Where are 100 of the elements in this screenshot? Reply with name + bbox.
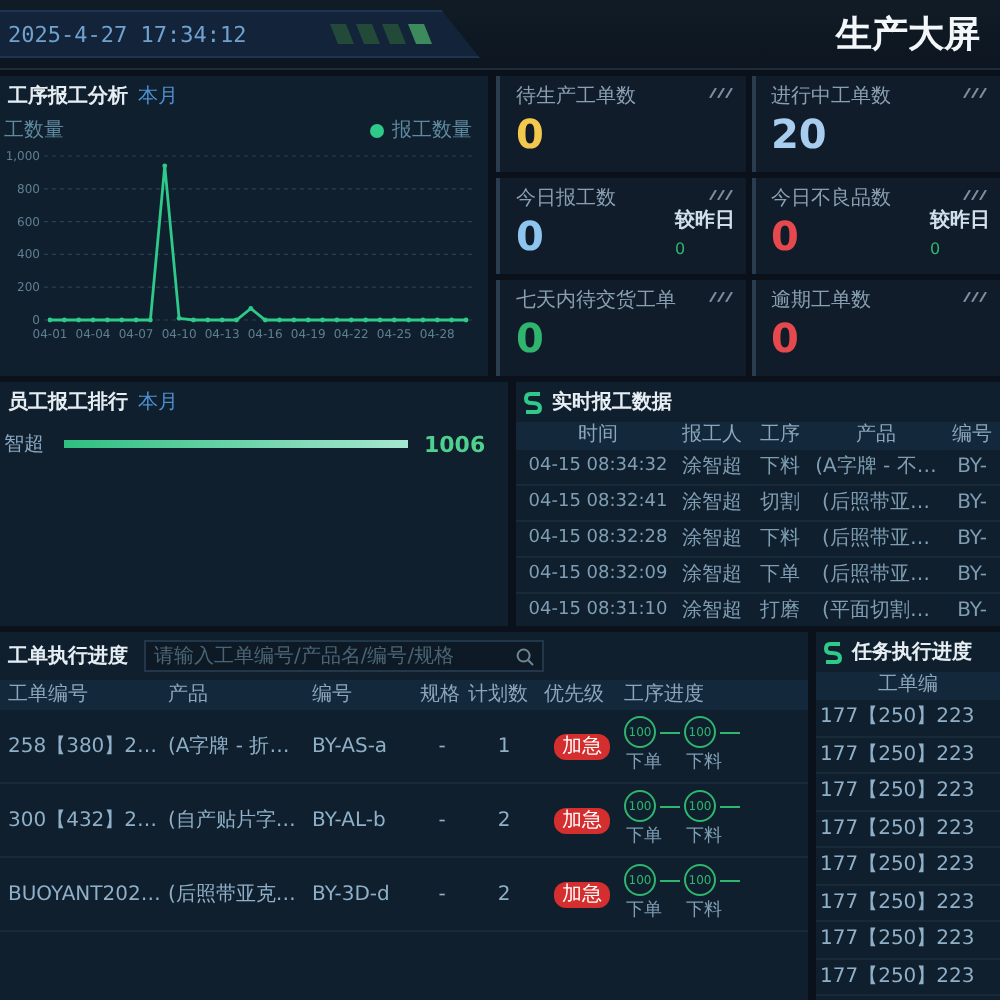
table-cell-text: 2 <box>495 809 513 831</box>
table-cell-text: 2 <box>495 883 513 905</box>
column-header: 时间 <box>576 422 620 450</box>
table-cell-text: 04-15 08:32:41 <box>526 490 670 516</box>
table-cell-text: BY-AL-b <box>312 809 388 831</box>
column-header: 产品 <box>168 681 210 710</box>
table-cell-text: (A字牌 - 折… <box>168 733 292 760</box>
priority-badge: 加急 <box>554 807 610 833</box>
column-header: 计划数 <box>468 681 530 710</box>
table-cell-text: 04-15 08:32:09 <box>526 562 670 588</box>
table-cell-text: - <box>436 809 448 831</box>
table-cell-text: 04-15 08:34:32 <box>526 454 670 480</box>
table-cell-text: - <box>436 735 448 757</box>
datetime: 2025-4-27 17:34:12 <box>8 21 247 47</box>
table-cell-text: 258【380】2… <box>8 733 160 760</box>
stripes-icon <box>330 24 438 44</box>
panel-title: 员工报工排行 <box>8 389 128 416</box>
axis-title: 工数量 <box>4 118 64 144</box>
table-cell-text: 涂智超 <box>680 597 744 626</box>
table-cell-text: - <box>436 883 448 905</box>
table-cell-text: 切割 <box>758 489 802 518</box>
line-series <box>48 164 468 322</box>
table-cell: 177【250】223 <box>816 737 1000 774</box>
column-header: 报工人 <box>680 422 744 450</box>
panel-title: 工序报工分析 <box>8 82 128 110</box>
slash-icon <box>962 88 990 98</box>
slash-icon <box>707 88 735 98</box>
step-label: 下料 <box>686 898 722 923</box>
panel-title: 实时报工数据 <box>552 388 672 416</box>
column-header: 产品 <box>854 422 898 450</box>
stat-label: 进行中工单数 <box>771 83 891 110</box>
table-cell-text: 下单 <box>758 561 802 590</box>
slash-icon <box>707 292 735 302</box>
table-cell-text: 涂智超 <box>680 453 744 482</box>
table-cell-text: 300【432】2… <box>8 807 160 834</box>
stat-label: 今日报工数 <box>516 185 616 212</box>
table-cell-text: BY-3D-d <box>312 883 392 905</box>
table-cell-text: 涂智超 <box>680 561 744 590</box>
slash-icon <box>962 292 990 302</box>
table-cell: 177【250】223 <box>816 848 1000 885</box>
step-label: 下料 <box>686 750 722 775</box>
table-cell-text: BY- <box>955 598 989 626</box>
column-header: 编号 <box>950 422 994 450</box>
column-header: 工序进度 <box>624 681 706 710</box>
compare-label: 较昨日 <box>930 207 990 234</box>
step-label: 下单 <box>626 824 662 849</box>
panel-title: 工单执行进度 <box>8 642 128 670</box>
table-cell-text: 04-15 08:31:10 <box>526 598 670 624</box>
column-header: 规格 <box>420 681 462 710</box>
table-cell-text: 打磨 <box>758 597 802 626</box>
page-title: 生产大屏 <box>836 12 980 58</box>
stat-value: 0 <box>516 314 546 362</box>
slash-icon <box>707 190 735 200</box>
column-header: 工单编 <box>816 672 1000 700</box>
table-cell-text: 下料 <box>758 453 802 482</box>
stat-value: 20 <box>771 110 829 158</box>
table-cell-text: 04-15 08:32:28 <box>526 526 670 552</box>
step-label: 下单 <box>626 898 662 923</box>
table-cell-text: 涂智超 <box>680 525 744 554</box>
table-cell-text: BY-AS-a <box>312 735 390 757</box>
stat-value: 0 <box>516 212 546 260</box>
compare-label: 较昨日 <box>675 207 735 234</box>
report-count: 1006 <box>424 431 486 457</box>
column-header: 优先级 <box>544 681 606 710</box>
slash-icon <box>962 190 990 200</box>
table-cell: 177【250】223 <box>816 700 1000 737</box>
panel-title: 任务执行进度 <box>852 638 972 666</box>
table-cell: 177【250】223 <box>816 959 1000 996</box>
stat-label: 七天内待交货工单 <box>516 287 676 314</box>
search-icon <box>516 647 534 665</box>
table-cell-text: (平面切割… <box>820 597 932 626</box>
table-cell-text: (后照带亚… <box>820 489 932 518</box>
table-cell-text: (A字牌 - 不… <box>813 453 939 482</box>
table-cell-text: 1 <box>495 735 513 757</box>
stat-label: 今日不良品数 <box>771 185 891 212</box>
compare-value: 0 <box>675 240 686 258</box>
table-cell-text: (后照带亚… <box>820 561 932 590</box>
table-cell-text: 涂智超 <box>680 489 744 518</box>
table-cell: 177【250】223 <box>816 811 1000 848</box>
stat-value: 0 <box>516 110 546 158</box>
priority-badge: 加急 <box>554 881 610 907</box>
employee-name: 智超 <box>4 431 46 458</box>
table-cell-text: (后照带亚… <box>820 525 932 554</box>
step-label: 下单 <box>626 750 662 775</box>
table-cell-text: BY- <box>955 562 989 590</box>
table-cell: 177【250】223 <box>816 885 1000 922</box>
column-header: 工序 <box>758 422 802 450</box>
table-cell: 177【250】223 <box>816 774 1000 811</box>
table-cell-text: BY- <box>955 490 989 518</box>
priority-badge: 加急 <box>554 733 610 759</box>
logo-icon <box>824 641 842 663</box>
stat-label: 逾期工单数 <box>771 287 871 314</box>
table-cell-text: 下料 <box>758 525 802 554</box>
stat-value: 0 <box>771 212 801 260</box>
column-header: 工单编号 <box>8 681 90 710</box>
table-cell-text: BY- <box>955 454 989 482</box>
step-label: 下料 <box>686 824 722 849</box>
stat-value: 0 <box>771 314 801 362</box>
table-cell-text: (后照带亚克… <box>168 881 298 908</box>
table-cell: 177【250】223 <box>816 922 1000 959</box>
